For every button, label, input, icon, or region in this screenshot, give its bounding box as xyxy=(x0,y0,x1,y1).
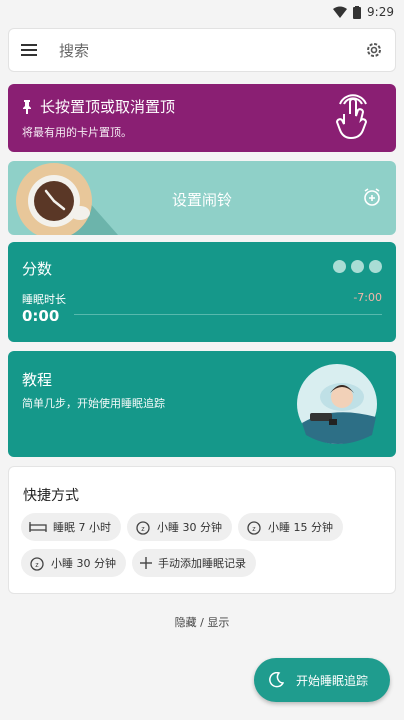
menu-icon[interactable] xyxy=(21,44,37,56)
bed-icon xyxy=(29,522,47,532)
sleep-duration-value: 0:00 xyxy=(22,307,60,325)
sleeping-woman-illustration xyxy=(297,364,377,444)
shortcut-label: 手动添加睡眠记录 xyxy=(158,557,246,570)
shortcuts-row-2: z 小睡 30 分钟 手动添加睡眠记录 xyxy=(21,549,256,577)
pin-icon xyxy=(23,99,31,114)
nap-alarm-icon: z xyxy=(247,521,261,535)
pin-tip-title-row: 长按置顶或取消置顶 xyxy=(22,96,175,117)
add-alarm-icon[interactable] xyxy=(362,187,382,207)
shortcut-nap-30-alt[interactable]: z 小睡 30 分钟 xyxy=(21,549,126,577)
pin-tip-subtitle: 将最有用的卡片置顶。 xyxy=(22,126,132,139)
duration-progress-line xyxy=(74,314,382,315)
shortcut-label: 小睡 30 分钟 xyxy=(51,557,116,570)
pin-tip-card[interactable]: 长按置顶或取消置顶 将最有用的卡片置顶。 xyxy=(8,84,396,152)
start-sleep-tracking-button[interactable]: 开始睡眠追踪 xyxy=(254,658,390,702)
shortcuts-title: 快捷方式 xyxy=(23,488,79,504)
shortcut-nap-15[interactable]: z 小睡 15 分钟 xyxy=(238,513,343,541)
set-alarm-label: 设置闹铃 xyxy=(171,191,232,209)
shortcuts-card: 快捷方式 睡眠 7 小时 z 小睡 30 分钟 z 小睡 15 分钟 z 小睡 … xyxy=(8,466,396,594)
shortcut-nap-30[interactable]: z 小睡 30 分钟 xyxy=(127,513,232,541)
battery-icon xyxy=(353,5,362,19)
nap-alarm-icon: z xyxy=(30,557,44,571)
status-time: 9:29 xyxy=(367,5,394,19)
shortcut-sleep-7h[interactable]: 睡眠 7 小时 xyxy=(21,513,121,541)
gear-icon[interactable] xyxy=(365,41,383,59)
shortcut-label: 小睡 15 分钟 xyxy=(268,521,333,534)
plus-icon xyxy=(140,557,152,569)
status-bar: 9:29 xyxy=(0,0,404,24)
page-dots-indicator xyxy=(333,260,382,273)
set-alarm-card[interactable]: 设置闹铃 xyxy=(8,161,396,235)
moon-icon xyxy=(269,672,284,688)
hide-show-link[interactable]: 隐藏 / 显示 xyxy=(0,614,404,630)
sleep-duration-label: 睡眠时长 xyxy=(22,293,66,306)
svg-text:z: z xyxy=(35,562,39,569)
search-bar[interactable]: 搜索 xyxy=(8,28,396,72)
shortcut-label: 小睡 30 分钟 xyxy=(157,521,222,534)
shortcut-label: 睡眠 7 小时 xyxy=(53,521,111,534)
score-card[interactable]: 分数 睡眠时长 0:00 -7:00 xyxy=(8,242,396,342)
sleep-deficit-value: -7:00 xyxy=(353,291,382,304)
wifi-icon xyxy=(333,6,348,18)
tutorial-subtitle: 简单几步，开始使用睡眠追踪 xyxy=(22,397,165,410)
score-title: 分数 xyxy=(22,260,53,278)
pin-tip-title: 长按置顶或取消置顶 xyxy=(40,98,176,116)
start-sleep-tracking-label: 开始睡眠追踪 xyxy=(296,673,369,688)
shortcuts-row-1: 睡眠 7 小时 z 小睡 30 分钟 z 小睡 15 分钟 xyxy=(21,513,343,541)
svg-text:z: z xyxy=(141,526,145,533)
tutorial-title: 教程 xyxy=(22,371,53,389)
svg-text:z: z xyxy=(252,526,256,533)
search-input[interactable]: 搜索 xyxy=(59,40,365,61)
tutorial-card[interactable]: 教程 简单几步，开始使用睡眠追踪 xyxy=(8,351,396,457)
shortcut-add-sleep-record[interactable]: 手动添加睡眠记录 xyxy=(132,549,256,577)
nap-alarm-icon: z xyxy=(136,521,150,535)
touch-hand-icon xyxy=(336,94,368,140)
